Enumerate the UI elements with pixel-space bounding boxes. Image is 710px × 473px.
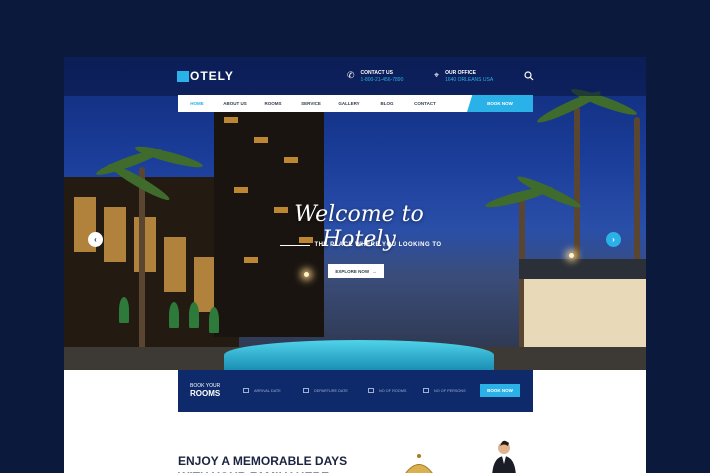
concierge-bell-icon: [405, 454, 433, 473]
top-header: OTELY ✆ CONTACT US 1-800-21-456-7890 ⌖ O…: [64, 57, 646, 96]
nav-item-about-us[interactable]: ABOUT US: [216, 101, 254, 106]
nav-item-rooms[interactable]: ROOMS: [254, 101, 292, 106]
rooms-field[interactable]: NO OF ROOMS: [368, 388, 406, 393]
hero-tagline-text: THE PLACE WHERE YOU LOOKING TO: [314, 242, 442, 248]
nav-item-blog[interactable]: BLOG: [368, 101, 406, 106]
arrow-right-icon: →: [372, 268, 377, 274]
hero-banner: OTELY ✆ CONTACT US 1-800-21-456-7890 ⌖ O…: [64, 57, 646, 370]
contact-phone[interactable]: 1-800-21-456-7890: [361, 76, 404, 84]
arrival-date-field[interactable]: ARRIVAL DATE: [243, 388, 281, 393]
persons-placeholder: NO OF PERSONS: [434, 388, 466, 393]
office-info: ⌖ OUR OFFICE 1640 ORLEANS USA: [434, 70, 493, 84]
persons-field[interactable]: NO OF PERSONS: [423, 388, 466, 393]
contact-info: ✆ CONTACT US 1-800-21-456-7890: [347, 70, 403, 84]
logo-text: OTELY: [190, 69, 234, 83]
arrival-date-placeholder: ARRIVAL DATE: [254, 388, 281, 393]
nav-book-now-button[interactable]: BOOK NOW: [467, 95, 533, 112]
departure-date-placeholder: DEPARTURE DATE: [314, 388, 348, 393]
nav-item-gallery[interactable]: GALLERY: [330, 101, 368, 106]
nav-item-home[interactable]: HOME: [178, 101, 216, 106]
logo[interactable]: OTELY: [177, 69, 234, 83]
booking-label-bottom: ROOMS: [190, 389, 221, 398]
location-pin-icon: ⌖: [434, 70, 440, 80]
explore-now-button[interactable]: EXPLORE NOW →: [328, 264, 384, 278]
search-icon[interactable]: [524, 71, 534, 81]
hero-tagline: THE PLACE WHERE YOU LOOKING TO: [264, 242, 454, 248]
hotel-building-left: [64, 177, 239, 367]
divider: [280, 244, 311, 246]
nav-item-contact[interactable]: CONTACT: [406, 101, 444, 106]
explore-now-label: EXPLORE NOW: [335, 268, 370, 274]
staff-photo: [492, 440, 516, 473]
departure-date-field[interactable]: DEPARTURE DATE: [303, 388, 348, 393]
website-frame: OTELY ✆ CONTACT US 1-800-21-456-7890 ⌖ O…: [64, 57, 646, 473]
person-icon: [423, 388, 429, 393]
booking-bar: BOOK YOUR ROOMS ARRIVAL DATE DEPARTURE D…: [178, 370, 533, 412]
logo-mark-icon: [177, 70, 189, 82]
booking-label: BOOK YOUR ROOMS: [190, 383, 221, 398]
next-slide-button[interactable]: ›: [606, 232, 621, 247]
swimming-pool: [224, 340, 494, 370]
section-heading: ENJOY A MEMORABLE DAYS WITH YOUR FAMILY …: [178, 454, 348, 473]
prev-slide-button[interactable]: ‹: [88, 232, 103, 247]
phone-icon: ✆: [347, 70, 355, 80]
nav-item-service[interactable]: SERVICE: [292, 101, 330, 106]
office-address: 1640 ORLEANS USA: [445, 77, 494, 83]
room-icon: [368, 388, 374, 393]
villa: [519, 259, 646, 347]
calendar-icon: [243, 388, 249, 393]
booking-submit-button[interactable]: BOOK NOW: [480, 384, 520, 397]
calendar-icon: [303, 388, 309, 393]
rooms-placeholder: NO OF ROOMS: [379, 388, 407, 393]
